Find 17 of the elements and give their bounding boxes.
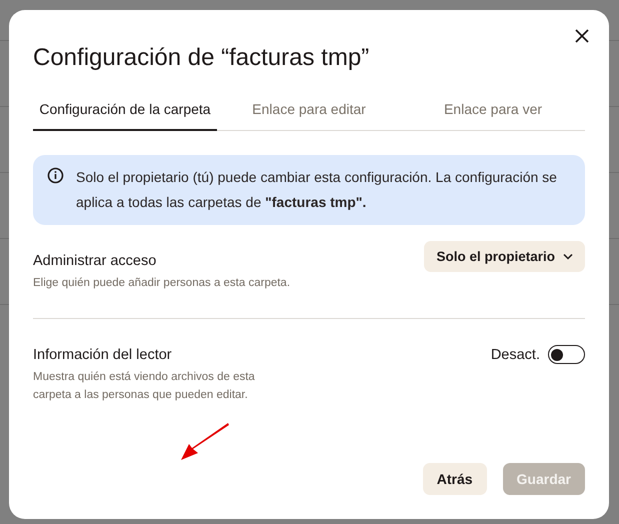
chevron-down-icon (563, 253, 573, 260)
back-button[interactable]: Atrás (422, 463, 487, 495)
tab[interactable]: Enlace para editar (217, 96, 401, 131)
tab[interactable]: Configuración de la carpeta (33, 96, 217, 131)
toggle-label: Desact. (490, 346, 540, 362)
tab[interactable]: Enlace para ver (401, 96, 585, 131)
close-button[interactable] (573, 27, 591, 45)
setting-description: Elige quién puede añadir personas a esta carpeta. (33, 276, 292, 291)
notice-text: Solo el propietario (tú) puede cambiar esta configuración. La configuración se aplica a todas las carpetas de "facturas tmp". (76, 168, 558, 212)
setting-description: Muestra quién está viendo archivos de esta carpeta a las personas que pueden editar. (33, 370, 256, 403)
setting-title: Información del lector (33, 346, 173, 365)
toggle-switch[interactable] (548, 345, 585, 364)
access-dropdown[interactable]: Solo el propietario (424, 241, 585, 272)
close-icon (575, 29, 589, 43)
dialog-title: Configuración de “facturas tmp” (33, 43, 370, 73)
info-icon (47, 167, 64, 184)
setting-title: Administrar acceso (33, 252, 158, 271)
